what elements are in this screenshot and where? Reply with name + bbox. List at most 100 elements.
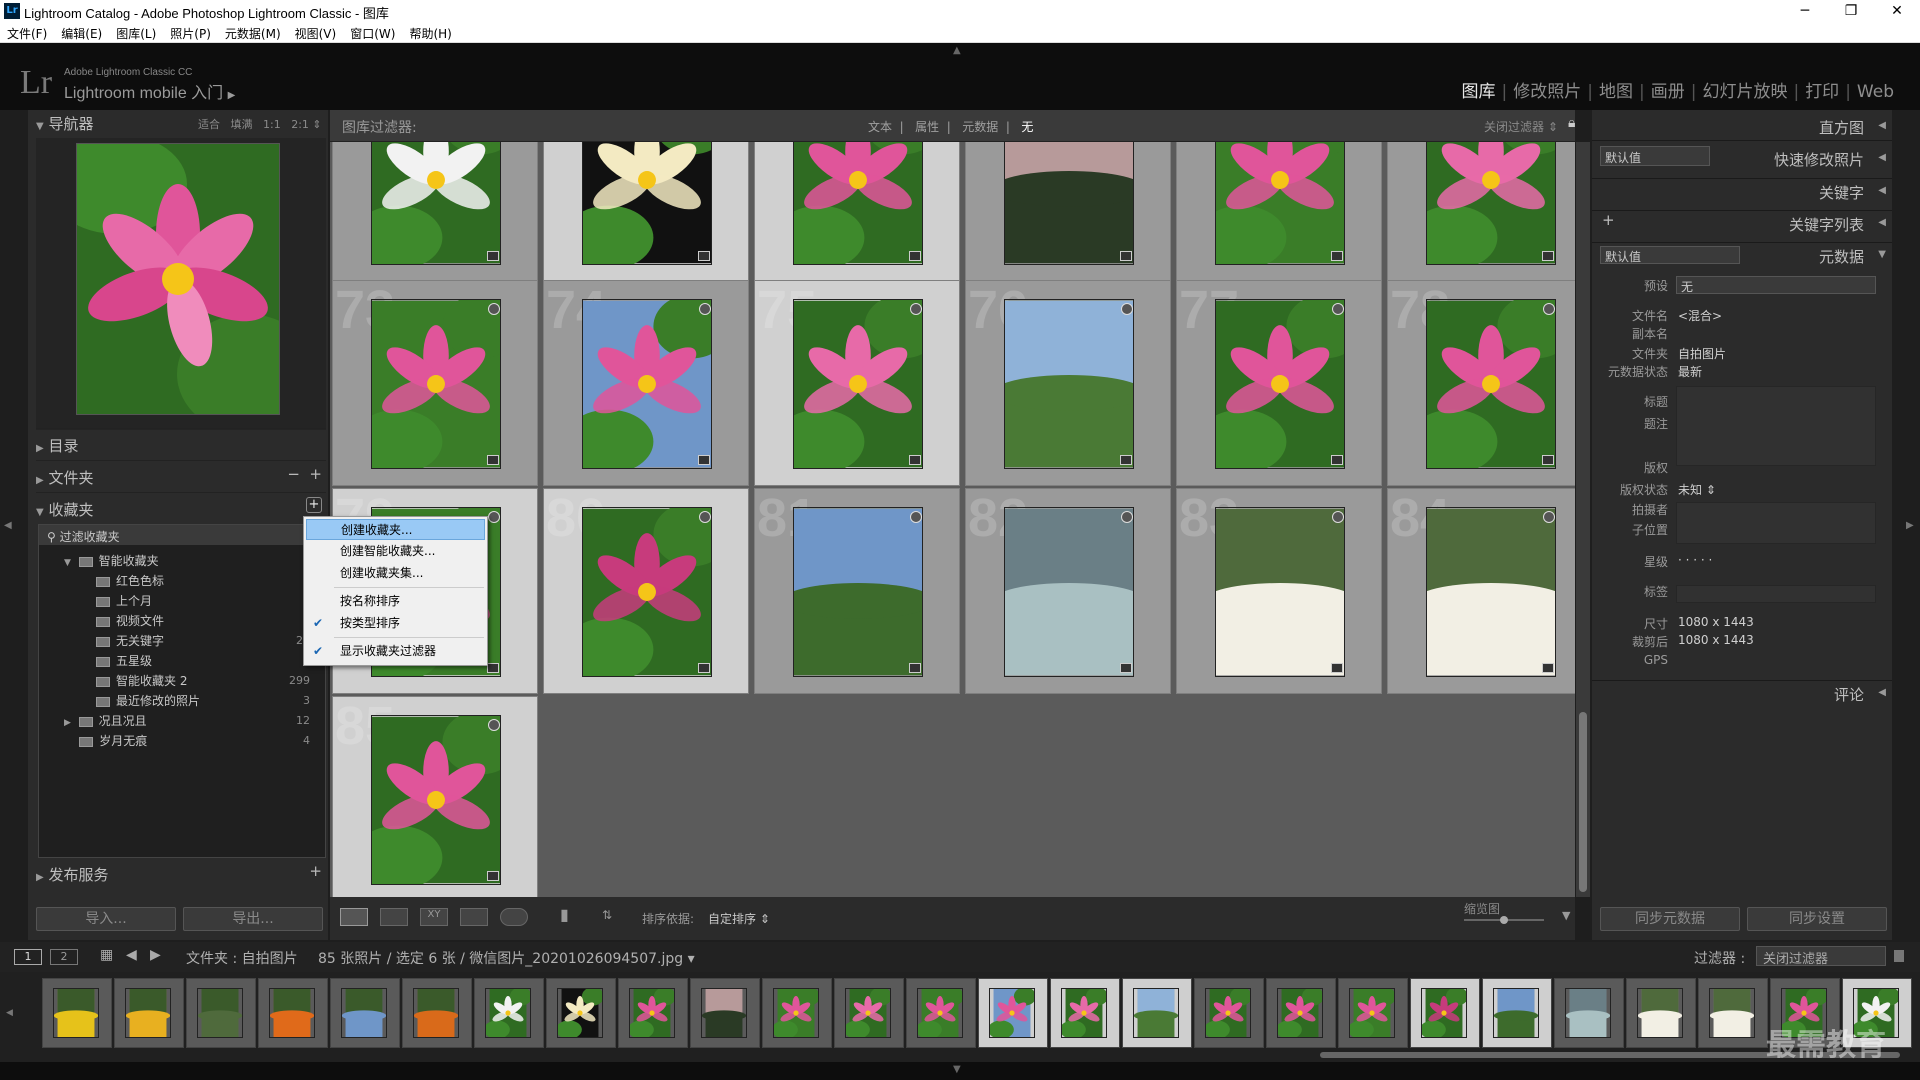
photo-thumbnail[interactable] [563, 502, 731, 682]
grid-cell[interactable] [543, 142, 749, 282]
photo-thumbnail[interactable] [774, 294, 942, 474]
metadata-badge-icon[interactable] [698, 455, 710, 465]
toolbar-menu-chevron-icon[interactable]: ▼ [1562, 909, 1570, 922]
filmstrip-thumbnail[interactable] [402, 978, 472, 1048]
metadata-badge-icon[interactable] [1331, 663, 1343, 673]
forward-arrow-icon[interactable]: ▶ [150, 947, 161, 963]
metadata-view-dropdown[interactable]: 默认值 [1600, 246, 1740, 264]
metadata-badge-icon[interactable] [909, 455, 921, 465]
filter-tab-none[interactable]: 无 [1021, 120, 1033, 134]
filter-tab-metadata[interactable]: 元数据 [962, 120, 998, 134]
filmstrip-thumbnail[interactable] [1482, 978, 1552, 1048]
photo-thumbnail[interactable] [352, 294, 520, 474]
menu-sort-by-type[interactable]: ✔ 按类型排序 [306, 613, 485, 634]
filmstrip-thumbnail[interactable] [690, 978, 760, 1048]
photo-thumbnail[interactable] [781, 507, 935, 677]
photo-thumbnail[interactable] [563, 294, 731, 474]
grid-cell[interactable] [754, 142, 960, 282]
grid-cell[interactable]: 76 [965, 280, 1171, 486]
metadata-badge-icon[interactable] [1542, 455, 1554, 465]
metadata-row[interactable]: GPS [1592, 652, 1892, 670]
photo-thumbnail[interactable] [563, 142, 723, 270]
collection-item[interactable]: 最近修改的照片 3 [96, 692, 310, 712]
menu-window[interactable]: 窗口(W) [343, 22, 402, 42]
quick-collection-dot-icon[interactable] [1543, 303, 1555, 315]
navigator-preview[interactable] [47, 134, 317, 434]
grid-icon[interactable]: ▦ [100, 947, 113, 963]
selection-info[interactable]: 85 张照片 / 选定 6 张 / 微信图片_20201026094507.jp… [318, 948, 695, 968]
metadata-badge-icon[interactable] [909, 663, 921, 673]
filmstrip-thumbnail[interactable] [1122, 978, 1192, 1048]
metadata-row[interactable]: 副本名 [1592, 324, 1892, 342]
add-keyword-plus-icon[interactable]: + [1602, 211, 1615, 229]
filmstrip-thumbnail[interactable] [186, 978, 256, 1048]
metadata-row[interactable]: 子位置 [1592, 520, 1892, 538]
metadata-badge-icon[interactable] [1120, 251, 1132, 261]
metadata-row[interactable]: 星级 · · · · · [1592, 552, 1892, 570]
menu-edit[interactable]: 编辑(E) [54, 22, 109, 42]
filmstrip-thumbnail[interactable] [546, 978, 616, 1048]
menu-create-collection-set[interactable]: 创建收藏夹集... [306, 563, 485, 584]
menu-show-collection-filter[interactable]: ✔ 显示收藏夹过滤器 [306, 641, 485, 662]
quick-collection-dot-icon[interactable] [488, 511, 500, 523]
metadata-row[interactable]: 文件名 <混合> [1592, 306, 1892, 324]
grid-cell[interactable] [1176, 142, 1382, 282]
metadata-row[interactable]: 版权 [1592, 458, 1892, 476]
quick-collection-dot-icon[interactable] [1332, 303, 1344, 315]
metadata-badge-icon[interactable] [487, 871, 499, 881]
photo-thumbnail[interactable] [1407, 142, 1567, 270]
right-collapse-arrow-icon[interactable]: ▶ [1906, 520, 1914, 531]
grid-cell[interactable] [332, 142, 538, 282]
sync-metadata-button[interactable]: 同步元数据 [1600, 907, 1740, 931]
filmstrip-thumbnail[interactable] [258, 978, 328, 1048]
metadata-row[interactable]: 标签 [1592, 582, 1892, 600]
filmstrip-filter-dropdown[interactable]: 关闭过滤器 [1756, 946, 1886, 967]
comments-header[interactable]: 评论 ◀ [1592, 680, 1892, 706]
metadata-badge-icon[interactable] [1120, 663, 1132, 673]
collection-set[interactable]: ▶ 况且况且 12 [64, 712, 310, 732]
filmstrip-thumbnail[interactable] [618, 978, 688, 1048]
quick-collection-dot-icon[interactable] [488, 303, 500, 315]
publish-services-header[interactable]: ▶ 发布服务 + [36, 862, 326, 890]
keyword-list-header[interactable]: + 关键字列表 ◀ [1592, 210, 1892, 236]
back-arrow-icon[interactable]: ◀ [126, 947, 137, 963]
left-collapse-arrow-icon[interactable]: ◀ [4, 520, 12, 531]
grid-cell[interactable] [965, 142, 1171, 282]
metadata-preset-dropdown[interactable]: 无 [1676, 276, 1876, 294]
quick-collection-dot-icon[interactable] [699, 303, 711, 315]
folders-header[interactable]: ▶ 文件夹 − + [36, 460, 326, 488]
photo-thumbnail[interactable] [1196, 294, 1364, 474]
menu-sort-by-name[interactable]: 按名称排序 [306, 591, 485, 612]
zoom-1-1[interactable]: 1:1 [263, 118, 281, 131]
photo-thumbnail[interactable] [352, 142, 512, 270]
collection-smart-folder[interactable]: ▼ 智能收藏夹 [64, 552, 310, 572]
filmstrip-thumbnail[interactable] [330, 978, 400, 1048]
filmstrip-thumbnail[interactable] [1050, 978, 1120, 1048]
add-collection-plus-icon[interactable]: + [306, 497, 322, 513]
photo-thumbnail[interactable] [1203, 507, 1357, 677]
metadata-badge-icon[interactable] [1331, 251, 1343, 261]
filter-tab-text[interactable]: 文本 [868, 120, 892, 134]
metadata-badge-icon[interactable] [1542, 663, 1554, 673]
quick-collection-dot-icon[interactable] [910, 511, 922, 523]
metadata-row[interactable]: 题注 [1592, 414, 1892, 432]
menu-metadata[interactable]: 元数据(M) [218, 22, 288, 42]
filmstrip-thumbnail[interactable] [1266, 978, 1336, 1048]
source-path[interactable]: 文件夹 : 自拍图片 [186, 948, 298, 968]
close-button[interactable]: ✕ [1874, 0, 1920, 22]
filmstrip-thumbnail[interactable] [1194, 978, 1264, 1048]
photo-thumbnail[interactable] [352, 710, 520, 890]
collection-item[interactable]: 视频文件 [96, 612, 310, 632]
grid-cell[interactable]: 80 [543, 488, 749, 694]
grid-view-icon[interactable] [340, 908, 368, 926]
module-web[interactable]: Web [1857, 82, 1894, 102]
quick-develop-header[interactable]: 默认值 快速修改照片 ◀ [1592, 146, 1892, 172]
photo-thumbnail[interactable] [992, 299, 1146, 469]
module-book[interactable]: 画册 [1651, 82, 1685, 102]
menu-create-collection[interactable]: 创建收藏夹... [306, 519, 485, 540]
grid-cell[interactable]: 81 [754, 488, 960, 694]
grid-cell[interactable]: 73 [332, 280, 538, 486]
photo-thumbnail[interactable] [992, 507, 1146, 677]
photo-thumbnail[interactable] [992, 142, 1146, 265]
module-print[interactable]: 打印 [1805, 82, 1839, 102]
